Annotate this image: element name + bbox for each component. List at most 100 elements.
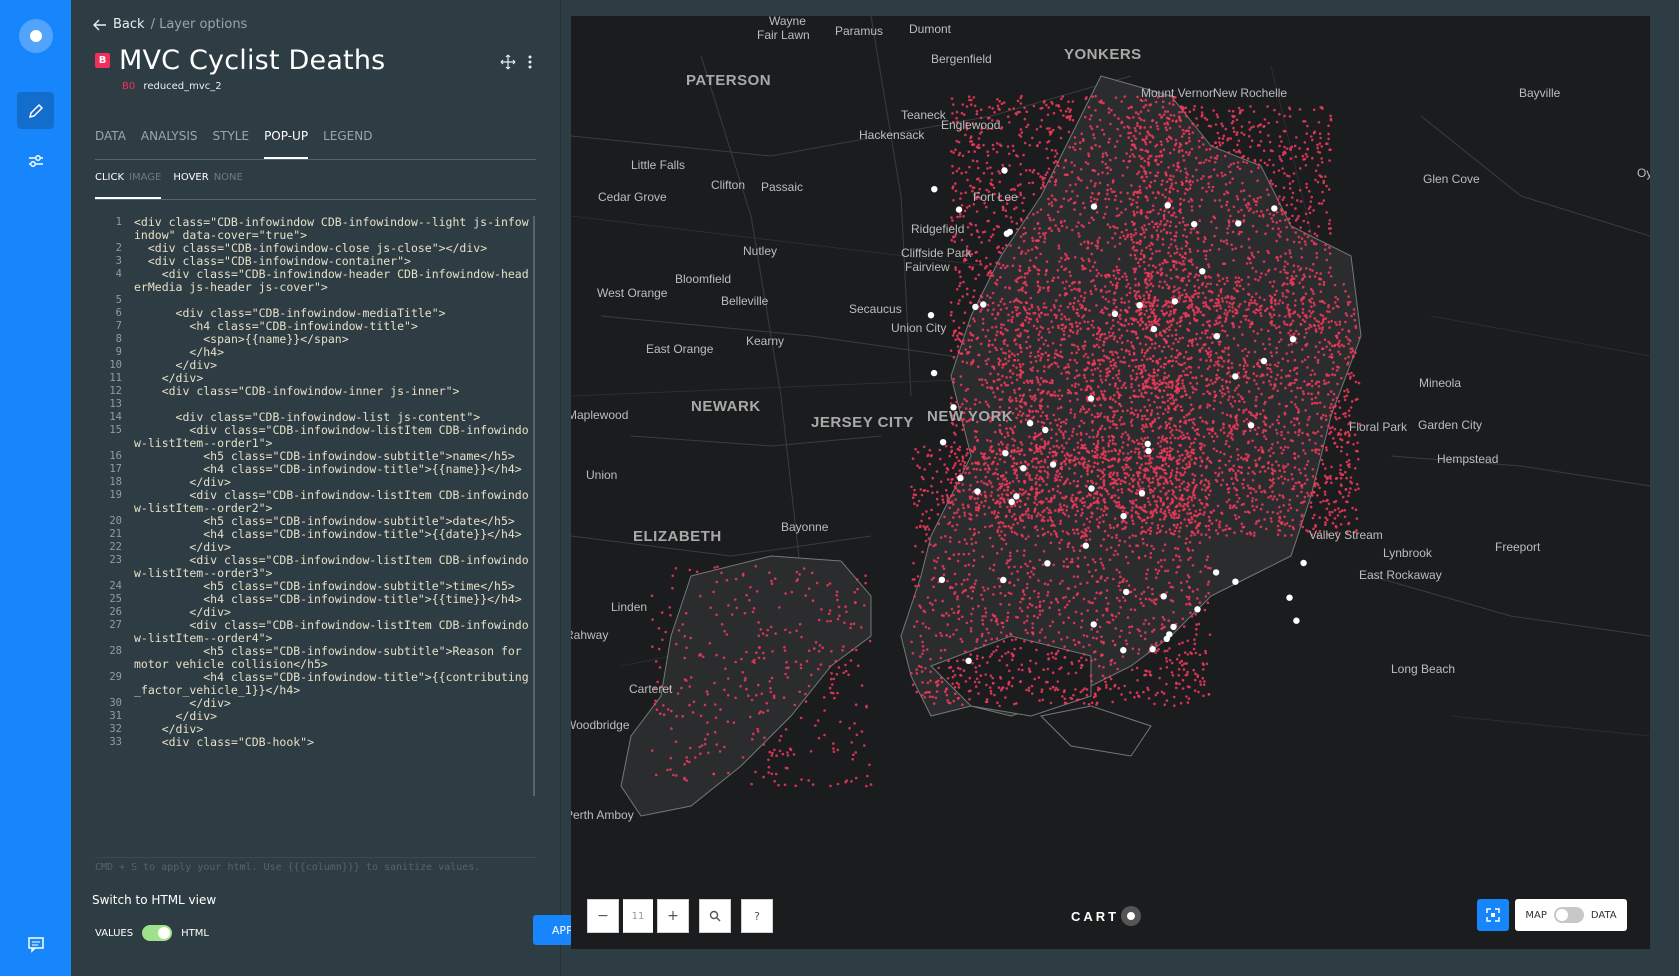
collision-point[interactable]: [1003, 460, 1006, 464]
collision-point[interactable]: [1098, 338, 1101, 342]
collision-point[interactable]: [1104, 450, 1107, 454]
collision-point[interactable]: [1116, 409, 1119, 413]
collision-point[interactable]: [1079, 690, 1083, 694]
collision-point[interactable]: [1213, 380, 1217, 384]
collision-point[interactable]: [1101, 152, 1105, 156]
collision-point[interactable]: [1336, 298, 1340, 301]
collision-point[interactable]: [910, 640, 913, 644]
collision-point[interactable]: [1030, 516, 1033, 520]
collision-point[interactable]: [1128, 159, 1132, 163]
collision-point[interactable]: [974, 508, 978, 512]
collision-point[interactable]: [1060, 97, 1063, 101]
collision-point[interactable]: [937, 503, 940, 506]
collision-point[interactable]: [984, 615, 987, 618]
collision-point[interactable]: [959, 212, 962, 216]
collision-point[interactable]: [1245, 532, 1249, 535]
collision-point[interactable]: [972, 549, 976, 552]
collision-point[interactable]: [1158, 249, 1161, 253]
collision-point[interactable]: [1188, 512, 1192, 515]
collision-point[interactable]: [1075, 351, 1078, 355]
collision-point[interactable]: [1090, 127, 1094, 130]
collision-point[interactable]: [1180, 363, 1184, 367]
collision-point[interactable]: [1231, 433, 1234, 436]
collision-point[interactable]: [1096, 412, 1099, 415]
collision-point[interactable]: [1201, 676, 1205, 680]
collision-point[interactable]: [1054, 198, 1058, 202]
collision-point[interactable]: [1004, 209, 1007, 212]
collision-point[interactable]: [1181, 128, 1185, 132]
collision-point[interactable]: [1154, 342, 1157, 345]
collision-point[interactable]: [1304, 452, 1307, 455]
collision-point[interactable]: [1048, 508, 1051, 512]
collision-point[interactable]: [1066, 545, 1070, 548]
collision-point[interactable]: [1107, 140, 1110, 144]
collision-point[interactable]: [1135, 336, 1139, 340]
collision-point[interactable]: [1042, 185, 1046, 188]
collision-point[interactable]: [1044, 231, 1047, 235]
collision-point[interactable]: [997, 686, 1001, 689]
collision-point[interactable]: [1242, 525, 1246, 529]
collision-point[interactable]: [1000, 537, 1003, 540]
collision-point[interactable]: [1064, 462, 1067, 466]
collision-point[interactable]: [1039, 356, 1043, 359]
collision-point[interactable]: [987, 466, 991, 470]
collision-point[interactable]: [1049, 219, 1052, 222]
collision-point[interactable]: [1064, 325, 1068, 328]
collision-point[interactable]: [1200, 346, 1204, 350]
collision-point[interactable]: [1099, 477, 1103, 481]
collision-point[interactable]: [1266, 373, 1269, 376]
collision-point[interactable]: [959, 375, 963, 378]
collision-point[interactable]: [1028, 269, 1032, 272]
collision-point[interactable]: [1088, 538, 1092, 541]
collision-point[interactable]: [1185, 537, 1188, 540]
collision-point[interactable]: [994, 430, 997, 434]
collision-point[interactable]: [1000, 475, 1004, 478]
collision-point[interactable]: [1063, 367, 1066, 370]
collision-point[interactable]: [1287, 331, 1290, 335]
collision-point[interactable]: [1031, 170, 1035, 174]
collision-point[interactable]: [911, 457, 915, 460]
collision-point[interactable]: [1057, 104, 1060, 107]
collision-point[interactable]: [1177, 653, 1181, 657]
collision-point[interactable]: [934, 634, 938, 637]
collision-point[interactable]: [1268, 337, 1271, 341]
collision-point[interactable]: [1121, 466, 1124, 469]
collision-point[interactable]: [1084, 447, 1087, 450]
collision-point[interactable]: [1167, 135, 1171, 138]
collision-point[interactable]: [991, 143, 995, 147]
collision-point[interactable]: [968, 204, 971, 208]
collision-point[interactable]: [1050, 428, 1053, 431]
collision-point[interactable]: [1041, 527, 1044, 531]
collision-point[interactable]: [1046, 405, 1050, 408]
collision-point[interactable]: [1040, 460, 1043, 463]
collision-point[interactable]: [1164, 362, 1167, 366]
collision-point[interactable]: [1277, 361, 1280, 365]
collision-point[interactable]: [1310, 392, 1313, 396]
collision-point[interactable]: [1345, 394, 1349, 398]
collision-point[interactable]: [1170, 305, 1173, 308]
collision-point[interactable]: [925, 510, 928, 513]
collision-point[interactable]: [1091, 419, 1094, 423]
collision-point[interactable]: [1031, 181, 1035, 184]
collision-point[interactable]: [981, 598, 985, 601]
collision-point[interactable]: [1022, 305, 1026, 309]
collision-point[interactable]: [1057, 631, 1061, 634]
collision-point[interactable]: [1148, 670, 1152, 673]
collision-point[interactable]: [1277, 340, 1281, 344]
collision-point[interactable]: [992, 650, 995, 654]
collision-point[interactable]: [987, 219, 990, 223]
collision-point[interactable]: [1144, 597, 1148, 601]
collision-point[interactable]: [1000, 323, 1003, 326]
collision-point[interactable]: [966, 178, 969, 182]
collision-point[interactable]: [1138, 467, 1142, 470]
collision-point[interactable]: [1204, 332, 1207, 335]
collision-point[interactable]: [984, 639, 988, 642]
collision-point[interactable]: [1176, 565, 1179, 569]
collision-point[interactable]: [1103, 332, 1107, 336]
collision-point[interactable]: [1196, 588, 1199, 591]
collision-point[interactable]: [1129, 131, 1133, 135]
collision-point[interactable]: [1050, 229, 1054, 233]
collision-point[interactable]: [966, 578, 969, 581]
collision-point[interactable]: [1301, 431, 1304, 435]
collision-point[interactable]: [1125, 456, 1128, 460]
